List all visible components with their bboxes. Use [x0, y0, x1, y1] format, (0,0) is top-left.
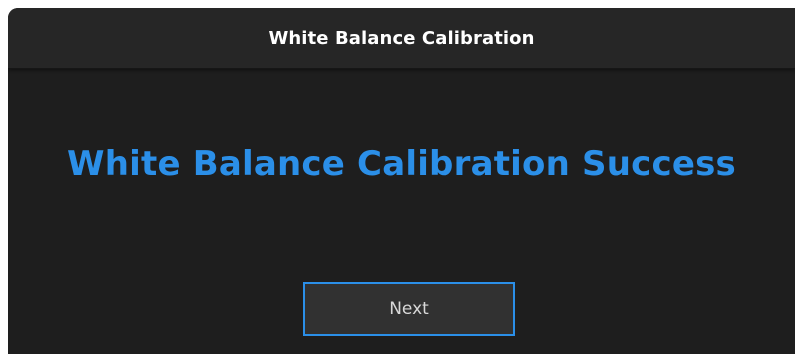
calibration-dialog: White Balance Calibration White Balance …	[8, 8, 795, 354]
dialog-title: White Balance Calibration	[268, 27, 535, 49]
success-message: White Balance Calibration Success	[67, 144, 736, 184]
dialog-titlebar: White Balance Calibration	[8, 8, 795, 69]
top-strip	[0, 0, 795, 8]
next-button[interactable]: Next	[303, 282, 515, 336]
